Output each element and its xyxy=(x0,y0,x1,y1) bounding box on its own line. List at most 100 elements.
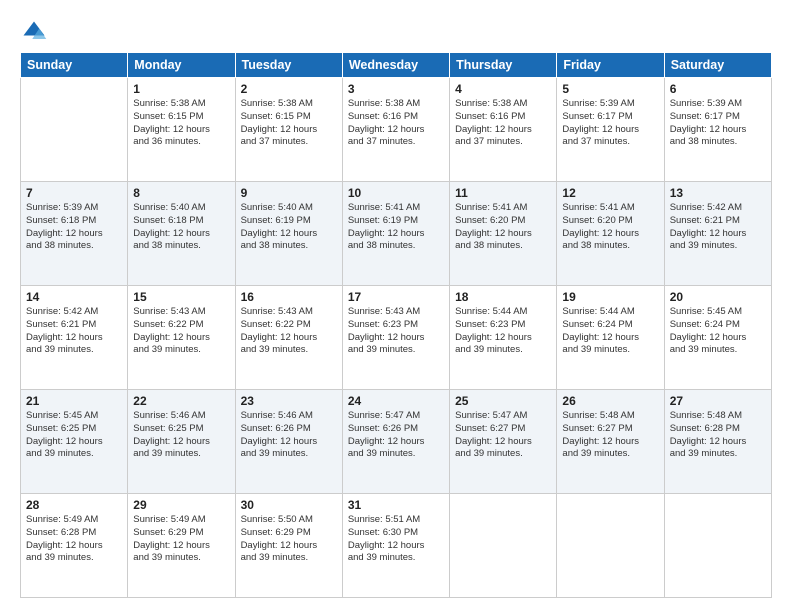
day-info: Sunrise: 5:41 AM Sunset: 6:20 PM Dayligh… xyxy=(562,202,658,253)
calendar-cell: 12 Sunrise: 5:41 AM Sunset: 6:20 PM Dayli… xyxy=(557,182,664,286)
logo xyxy=(20,18,52,46)
calendar-cell: 19Sunrise: 5:44 AM Sunset: 6:24 PM Dayli… xyxy=(557,286,664,390)
day-number: 12 xyxy=(562,186,658,200)
day-info: Sunrise: 5:39 AM Sunset: 6:17 PM Dayligh… xyxy=(562,98,658,149)
day-info: Sunrise: 5:46 AM Sunset: 6:25 PM Dayligh… xyxy=(133,410,229,461)
day-number: 4 xyxy=(455,82,551,96)
calendar-cell: 30Sunrise: 5:50 AM Sunset: 6:29 PM Dayli… xyxy=(235,494,342,598)
calendar-cell xyxy=(450,494,557,598)
day-number: 14 xyxy=(26,290,122,304)
day-info: Sunrise: 5:38 AM Sunset: 6:15 PM Dayligh… xyxy=(241,98,337,149)
calendar-cell xyxy=(664,494,771,598)
weekday-header-sunday: Sunday xyxy=(21,53,128,78)
day-number: 13 xyxy=(670,186,766,200)
calendar-cell: 24 Sunrise: 5:47 AM Sunset: 6:26 PM Dayli… xyxy=(342,390,449,494)
calendar-cell: 4 Sunrise: 5:38 AM Sunset: 6:16 PM Daylig… xyxy=(450,78,557,182)
day-number: 5 xyxy=(562,82,658,96)
calendar-cell: 18 Sunrise: 5:44 AM Sunset: 6:23 PM Dayli… xyxy=(450,286,557,390)
day-number: 24 xyxy=(348,394,444,408)
day-info: Sunrise: 5:45 AM Sunset: 6:24 PM Dayligh… xyxy=(670,306,766,357)
day-number: 3 xyxy=(348,82,444,96)
day-number: 6 xyxy=(670,82,766,96)
calendar-cell xyxy=(557,494,664,598)
day-info: Sunrise: 5:46 AM Sunset: 6:26 PM Dayligh… xyxy=(241,410,337,461)
calendar-cell: 14Sunrise: 5:42 AM Sunset: 6:21 PM Dayli… xyxy=(21,286,128,390)
weekday-header-saturday: Saturday xyxy=(664,53,771,78)
calendar-cell: 11 Sunrise: 5:41 AM Sunset: 6:20 PM Dayli… xyxy=(450,182,557,286)
day-info: Sunrise: 5:39 AM Sunset: 6:18 PM Dayligh… xyxy=(26,202,122,253)
day-info: Sunrise: 5:47 AM Sunset: 6:26 PM Dayligh… xyxy=(348,410,444,461)
day-info: Sunrise: 5:48 AM Sunset: 6:27 PM Dayligh… xyxy=(562,410,658,461)
calendar-cell: 17 Sunrise: 5:43 AM Sunset: 6:23 PM Dayli… xyxy=(342,286,449,390)
calendar-cell: 10 Sunrise: 5:41 AM Sunset: 6:19 PM Dayli… xyxy=(342,182,449,286)
day-info: Sunrise: 5:43 AM Sunset: 6:23 PM Dayligh… xyxy=(348,306,444,357)
calendar-header: SundayMondayTuesdayWednesdayThursdayFrid… xyxy=(21,53,772,78)
day-number: 20 xyxy=(670,290,766,304)
day-info: Sunrise: 5:49 AM Sunset: 6:29 PM Dayligh… xyxy=(133,514,229,565)
day-number: 22 xyxy=(133,394,229,408)
day-number: 30 xyxy=(241,498,337,512)
calendar-cell: 22 Sunrise: 5:46 AM Sunset: 6:25 PM Dayli… xyxy=(128,390,235,494)
calendar-week-4: 21 Sunrise: 5:45 AM Sunset: 6:25 PM Dayli… xyxy=(21,390,772,494)
calendar-body: 1 Sunrise: 5:38 AM Sunset: 6:15 PM Daylig… xyxy=(21,78,772,598)
day-number: 23 xyxy=(241,394,337,408)
day-number: 17 xyxy=(348,290,444,304)
calendar-week-1: 1 Sunrise: 5:38 AM Sunset: 6:15 PM Daylig… xyxy=(21,78,772,182)
day-number: 10 xyxy=(348,186,444,200)
calendar-cell: 21 Sunrise: 5:45 AM Sunset: 6:25 PM Dayli… xyxy=(21,390,128,494)
day-info: Sunrise: 5:43 AM Sunset: 6:22 PM Dayligh… xyxy=(133,306,229,357)
day-number: 1 xyxy=(133,82,229,96)
calendar-cell: 25 Sunrise: 5:47 AM Sunset: 6:27 PM Dayli… xyxy=(450,390,557,494)
calendar-cell: 9Sunrise: 5:40 AM Sunset: 6:19 PM Daylig… xyxy=(235,182,342,286)
day-number: 29 xyxy=(133,498,229,512)
weekday-header-wednesday: Wednesday xyxy=(342,53,449,78)
day-number: 28 xyxy=(26,498,122,512)
day-number: 27 xyxy=(670,394,766,408)
logo-icon xyxy=(20,18,48,46)
day-info: Sunrise: 5:48 AM Sunset: 6:28 PM Dayligh… xyxy=(670,410,766,461)
calendar-cell: 23 Sunrise: 5:46 AM Sunset: 6:26 PM Dayli… xyxy=(235,390,342,494)
calendar-week-3: 14Sunrise: 5:42 AM Sunset: 6:21 PM Dayli… xyxy=(21,286,772,390)
day-number: 21 xyxy=(26,394,122,408)
calendar-week-5: 28Sunrise: 5:49 AM Sunset: 6:28 PM Dayli… xyxy=(21,494,772,598)
day-number: 2 xyxy=(241,82,337,96)
day-info: Sunrise: 5:38 AM Sunset: 6:15 PM Dayligh… xyxy=(133,98,229,149)
day-info: Sunrise: 5:42 AM Sunset: 6:21 PM Dayligh… xyxy=(670,202,766,253)
day-number: 16 xyxy=(241,290,337,304)
day-info: Sunrise: 5:44 AM Sunset: 6:24 PM Dayligh… xyxy=(562,306,658,357)
calendar-cell: 20 Sunrise: 5:45 AM Sunset: 6:24 PM Dayli… xyxy=(664,286,771,390)
calendar-table: SundayMondayTuesdayWednesdayThursdayFrid… xyxy=(20,52,772,598)
day-info: Sunrise: 5:40 AM Sunset: 6:18 PM Dayligh… xyxy=(133,202,229,253)
weekday-header-thursday: Thursday xyxy=(450,53,557,78)
weekday-header-tuesday: Tuesday xyxy=(235,53,342,78)
calendar-cell: 15 Sunrise: 5:43 AM Sunset: 6:22 PM Dayli… xyxy=(128,286,235,390)
day-info: Sunrise: 5:41 AM Sunset: 6:20 PM Dayligh… xyxy=(455,202,551,253)
day-number: 9 xyxy=(241,186,337,200)
day-number: 7 xyxy=(26,186,122,200)
day-number: 15 xyxy=(133,290,229,304)
day-info: Sunrise: 5:38 AM Sunset: 6:16 PM Dayligh… xyxy=(455,98,551,149)
day-number: 11 xyxy=(455,186,551,200)
day-info: Sunrise: 5:45 AM Sunset: 6:25 PM Dayligh… xyxy=(26,410,122,461)
calendar-cell: 6 Sunrise: 5:39 AM Sunset: 6:17 PM Daylig… xyxy=(664,78,771,182)
header xyxy=(20,18,772,46)
day-number: 18 xyxy=(455,290,551,304)
day-info: Sunrise: 5:41 AM Sunset: 6:19 PM Dayligh… xyxy=(348,202,444,253)
day-number: 31 xyxy=(348,498,444,512)
day-info: Sunrise: 5:39 AM Sunset: 6:17 PM Dayligh… xyxy=(670,98,766,149)
day-info: Sunrise: 5:38 AM Sunset: 6:16 PM Dayligh… xyxy=(348,98,444,149)
weekday-row: SundayMondayTuesdayWednesdayThursdayFrid… xyxy=(21,53,772,78)
calendar-cell: 13 Sunrise: 5:42 AM Sunset: 6:21 PM Dayli… xyxy=(664,182,771,286)
day-info: Sunrise: 5:47 AM Sunset: 6:27 PM Dayligh… xyxy=(455,410,551,461)
page: SundayMondayTuesdayWednesdayThursdayFrid… xyxy=(0,0,792,612)
day-info: Sunrise: 5:44 AM Sunset: 6:23 PM Dayligh… xyxy=(455,306,551,357)
calendar-cell: 7 Sunrise: 5:39 AM Sunset: 6:18 PM Daylig… xyxy=(21,182,128,286)
day-number: 8 xyxy=(133,186,229,200)
calendar-cell: 3 Sunrise: 5:38 AM Sunset: 6:16 PM Daylig… xyxy=(342,78,449,182)
day-info: Sunrise: 5:51 AM Sunset: 6:30 PM Dayligh… xyxy=(348,514,444,565)
day-number: 25 xyxy=(455,394,551,408)
calendar-cell: 16 Sunrise: 5:43 AM Sunset: 6:22 PM Dayli… xyxy=(235,286,342,390)
day-info: Sunrise: 5:43 AM Sunset: 6:22 PM Dayligh… xyxy=(241,306,337,357)
calendar-cell: 26Sunrise: 5:48 AM Sunset: 6:27 PM Dayli… xyxy=(557,390,664,494)
weekday-header-friday: Friday xyxy=(557,53,664,78)
